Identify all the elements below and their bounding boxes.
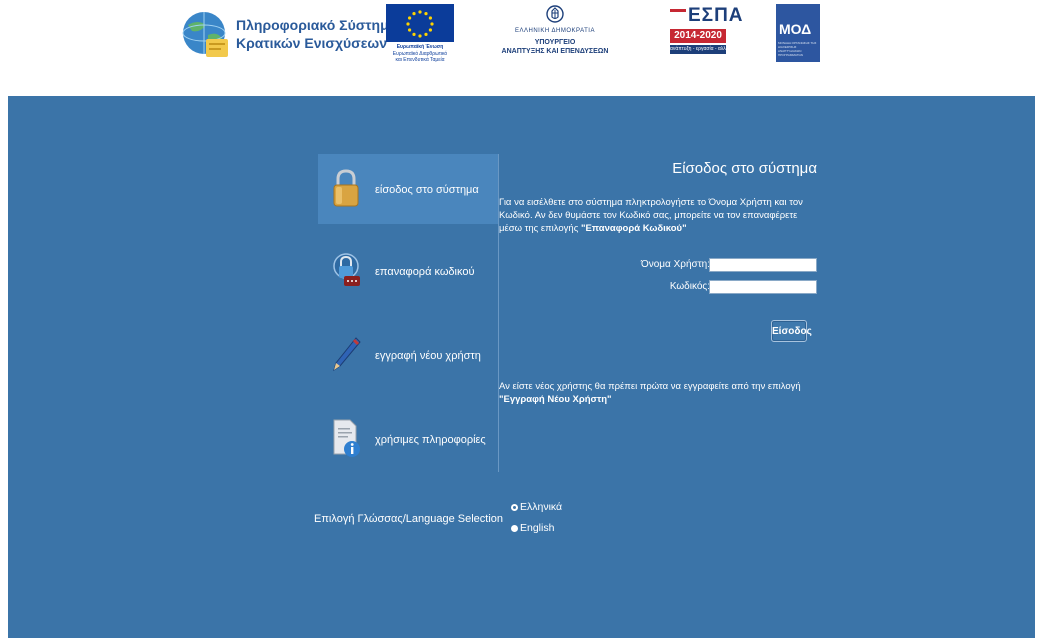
logo-title-line2: Κρατικών Ενισχύσεων — [236, 35, 387, 51]
eu-logo-line1: Ευρωπαϊκή Ένωση — [396, 44, 444, 50]
logo-title-line1: Πληροφοριακό Σύστημα — [236, 17, 398, 33]
new-user-info: Αν είστε νέος χρήστης θα πρέπει πρώτα να… — [499, 380, 817, 406]
language-option-english[interactable]: English — [511, 522, 554, 534]
reset-password-hint: "Επαναφορά Κωδικού" — [580, 223, 687, 234]
login-instructions: Για να εισέλθετε στο σύστημα πληκτρολογή… — [499, 196, 817, 235]
sidebar-item-login[interactable]: είσοδος στο σύστημα — [318, 154, 498, 224]
sidebar-item-label: επαναφορά κωδικού — [375, 266, 475, 278]
language-option-label: Ελληνικά — [520, 501, 563, 513]
reset-password-icon — [333, 253, 360, 286]
radio-unselected-icon — [511, 524, 518, 532]
main-panel: είσοδος στο σύστημα επαναφορά κωδικού εγ… — [8, 96, 1035, 638]
username-label: Όνομα Χρήστη: — [640, 259, 710, 270]
language-option-label: English — [520, 522, 555, 534]
sidebar-item-label: χρήσιμες πληροφορίες — [375, 434, 486, 446]
espa-title: ΕΣΠΑ — [688, 5, 744, 26]
espa-stripe-icon — [670, 9, 686, 12]
eu-logo: Ευρωπαϊκή Ένωση Ευρωπαϊκό Διαρθρωτικό κα… — [386, 4, 454, 64]
espa-logo: ΕΣΠΑ 2014-2020 ανάπτυξη - εργασία - αλλη… — [668, 5, 743, 59]
password-input[interactable] — [709, 280, 817, 294]
radio-selected-icon — [511, 503, 518, 511]
espa-tagline: ανάπτυξη - εργασία - αλληλεγγύη — [670, 45, 726, 54]
moa-title: ΜΟΔ — [779, 21, 812, 37]
page-title: Είσοδος στο σύστημα — [672, 160, 817, 177]
register-hint: "Εγγραφή Νέου Χρήστη" — [499, 394, 612, 405]
greek-logo-line2: ΥΠΟΥΡΓΕΙΟ — [534, 39, 576, 46]
sidebar-item-info[interactable]: χρήσιμες πληροφορίες — [318, 404, 498, 474]
password-label: Κωδικός: — [669, 281, 710, 292]
moa-logo: ΜΟΔ ΜΟΝΑΔΑ ΟΡΓΑΝΩΣΗΣ ΤΗΣ ΔΙΑΧΕΙΡΙΣΗΣ ΑΝΑ… — [776, 4, 820, 62]
username-input[interactable] — [709, 258, 817, 272]
greek-logo-line1: ΕΛΛΗΝΙΚΗ ΔΗΜΟΚΡΑΤΙΑ — [515, 28, 595, 34]
login-form: Είσοδος στο σύστημα Για να εισέλθετε στο… — [499, 154, 829, 472]
moa-subtitle: ΜΟΝΑΔΑ ΟΡΓΑΝΩΣΗΣ ΤΗΣ ΔΙΑΧΕΙΡΙΣΗΣ ΑΝΑΠΤΥΞ… — [778, 41, 817, 57]
login-button[interactable]: Είσοδος — [771, 320, 812, 342]
greek-ministry-logo: ΕΛΛΗΝΙΚΗ ΔΗΜΟΚΡΑΤΙΑ ΥΠΟΥΡΓΕΙΟ ΑΝΑΠΤΥΞΗΣ … — [490, 4, 620, 64]
ps-kratikes-enisxyseis-logo: Πληροφοριακό Σύστημα Κρατικών Ενισχύσεων — [180, 6, 397, 64]
eu-flag-icon — [386, 4, 454, 42]
padlock-icon — [333, 169, 359, 207]
eu-logo-line3: και Επενδυτικά Ταμεία — [395, 57, 445, 63]
new-user-text: Αν είστε νέος χρήστης θα πρέπει πρώτα να… — [499, 381, 801, 392]
greek-coat-of-arms-icon — [546, 5, 564, 23]
globe-icon — [182, 12, 228, 57]
sidebar-item-register[interactable]: εγγραφή νέου χρήστη — [318, 320, 498, 390]
pencil-icon — [333, 337, 361, 372]
sidebar-item-label: εγγραφή νέου χρήστη — [375, 350, 481, 362]
header-logos: Πληροφοριακό Σύστημα Κρατικών Ενισχύσεων… — [0, 0, 1045, 96]
greek-logo-line3: ΑΝΑΠΤΥΞΗΣ ΚΑΙ ΕΠΕΝΔΥΣΕΩΝ — [501, 48, 609, 55]
info-document-icon — [333, 419, 360, 457]
language-option-greek[interactable]: Ελληνικά — [511, 501, 562, 513]
sidebar-item-label: είσοδος στο σύστημα — [375, 184, 479, 196]
language-selection-label: Επιλογή Γλώσσας/Language Selection — [314, 513, 504, 525]
sidebar-item-reset-password[interactable]: επαναφορά κωδικού — [318, 236, 498, 306]
sidebar-nav: είσοδος στο σύστημα επαναφορά κωδικού εγ… — [318, 154, 499, 472]
espa-years: 2014-2020 — [670, 29, 726, 43]
